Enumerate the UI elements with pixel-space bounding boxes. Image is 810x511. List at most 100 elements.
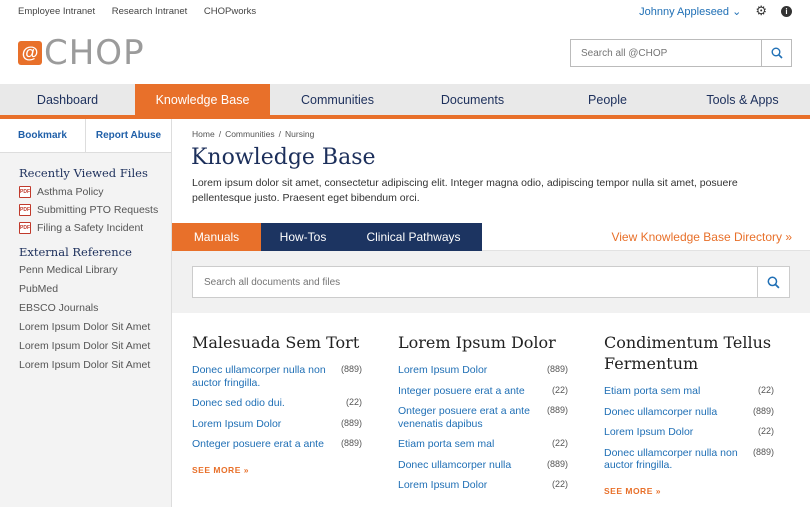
item-count: (889) [546, 405, 568, 415]
item-link[interactable]: Etiam porta sem mal [398, 438, 494, 451]
item-link[interactable]: Lorem Ipsum Dolor [192, 418, 281, 431]
nav-dashboard[interactable]: Dashboard [0, 84, 135, 115]
user-menu[interactable]: Johnny Appleseed ⌄ [639, 5, 741, 18]
list-item[interactable]: Donec ullamcorper nulla non auctor fring… [604, 447, 810, 472]
category-column: Lorem Ipsum Dolor Lorem Ipsum Dolor (889)… [398, 313, 604, 500]
item-count: (889) [340, 438, 362, 448]
item-count: (22) [757, 426, 774, 436]
global-search-button[interactable] [761, 40, 791, 66]
page-title: Knowledge Base [191, 145, 376, 170]
global-search [570, 39, 792, 67]
item-link[interactable]: Donec sed odio dui. [192, 397, 285, 410]
document-search-input[interactable] [193, 267, 757, 297]
nav-knowledge-base[interactable]: Knowledge Base [135, 84, 270, 115]
sidebar: Bookmark Report Abuse Recently Viewed Fi… [0, 119, 172, 507]
item-link[interactable]: Lorem Ipsum Dolor [398, 364, 487, 377]
reference-link[interactable]: Lorem Ipsum Dolor Sit Amet [19, 340, 171, 353]
list-item[interactable]: Lorem Ipsum Dolor (889) [398, 364, 604, 377]
search-icon [767, 276, 780, 289]
list-item[interactable]: Onteger posuere erat a ante venenatis da… [398, 405, 604, 430]
reference-link[interactable]: Lorem Ipsum Dolor Sit Amet [19, 359, 171, 372]
research-intranet-link[interactable]: Research Intranet [112, 6, 188, 17]
reference-link[interactable]: EBSCO Journals [19, 302, 171, 315]
recent-file[interactable]: PDF Filing a Safety Incident [19, 221, 171, 234]
document-search-button[interactable] [757, 267, 789, 297]
chop-logo[interactable]: @ CHOP [18, 33, 145, 73]
recent-file[interactable]: PDF Asthma Policy [19, 185, 171, 198]
global-search-input[interactable] [571, 40, 761, 66]
list-item[interactable]: Donec ullamcorper nulla (889) [398, 459, 604, 472]
gear-icon[interactable]: ⚙ [755, 3, 767, 19]
category-column: Malesuada Sem Tort Donec ullamcorper nul… [192, 313, 398, 500]
nav-documents[interactable]: Documents [405, 84, 540, 115]
chevron-down-icon: ⌄ [732, 5, 742, 18]
tab-manuals[interactable]: Manuals [172, 222, 261, 251]
logo-wordmark: CHOP [44, 33, 145, 73]
item-count: (889) [546, 458, 568, 469]
info-icon[interactable]: i [781, 5, 792, 17]
nav-tools-apps[interactable]: Tools & Apps [675, 84, 810, 115]
tab-clinical-pathways[interactable]: Clinical Pathways [345, 222, 482, 251]
employee-intranet-link[interactable]: Employee Intranet [18, 6, 95, 17]
tab-bar: Manuals How-Tos Clinical Pathways View K… [172, 222, 810, 251]
user-name: Johnny Appleseed [639, 5, 730, 18]
item-count: (22) [757, 385, 774, 395]
bookmark-button[interactable]: Bookmark [0, 119, 86, 152]
item-count: (22) [551, 479, 568, 489]
chopworks-link[interactable]: CHOPworks [204, 6, 256, 17]
item-link[interactable]: Lorem Ipsum Dolor [398, 479, 487, 492]
item-count: (889) [340, 417, 362, 428]
category-title: Malesuada Sem Tort [192, 333, 360, 352]
see-more-link[interactable]: SEE MORE » [192, 465, 398, 475]
report-abuse-button[interactable]: Report Abuse [86, 119, 171, 152]
list-item[interactable]: Lorem Ipsum Dolor (22) [604, 426, 810, 439]
list-item[interactable]: Integer posuere erat a ante (22) [398, 385, 604, 398]
item-count: (889) [752, 405, 774, 416]
utility-bar: Employee Intranet Research Intranet CHOP… [0, 0, 810, 22]
nav-communities[interactable]: Communities [270, 84, 405, 115]
reference-link[interactable]: Penn Medical Library [19, 264, 171, 277]
item-count: (22) [551, 384, 568, 395]
item-count: (22) [551, 438, 568, 448]
category-title: Condimentum Tellus Fermentum [604, 333, 772, 373]
list-item[interactable]: Etiam porta sem mal (22) [604, 385, 810, 398]
breadcrumb-home[interactable]: Home [192, 129, 215, 139]
breadcrumb: Home / Communities / Nursing [192, 129, 810, 139]
item-link[interactable]: Onteger posuere erat a ante venenatis da… [398, 405, 538, 430]
recent-file-label: Asthma Policy [37, 185, 104, 198]
item-count: (889) [340, 364, 362, 374]
pdf-icon: PDF [19, 221, 31, 234]
tab-how-tos[interactable]: How-Tos [261, 222, 345, 251]
nav-people[interactable]: People [540, 84, 675, 115]
list-item[interactable]: Onteger posuere erat a ante (889) [192, 438, 398, 451]
main-nav: Dashboard Knowledge Base Communities Doc… [0, 84, 810, 119]
list-item[interactable]: Donec ullamcorper nulla (889) [604, 406, 810, 419]
reference-link[interactable]: PubMed [19, 283, 171, 296]
breadcrumb-communities[interactable]: Communities [225, 129, 275, 139]
item-link[interactable]: Donec ullamcorper nulla [398, 459, 511, 472]
item-link[interactable]: Integer posuere erat a ante [398, 385, 525, 398]
item-link[interactable]: Etiam porta sem mal [604, 385, 700, 398]
list-item[interactable]: Donec sed odio dui. (22) [192, 397, 398, 410]
reference-link[interactable]: Lorem Ipsum Dolor Sit Amet [19, 321, 171, 334]
pdf-icon: PDF [19, 185, 31, 198]
list-item[interactable]: Etiam porta sem mal (22) [398, 438, 604, 451]
document-search [192, 266, 790, 298]
item-link[interactable]: Onteger posuere erat a ante [192, 438, 324, 451]
list-item[interactable]: Lorem Ipsum Dolor (22) [398, 479, 604, 492]
item-link[interactable]: Lorem Ipsum Dolor [604, 426, 693, 439]
directory-link[interactable]: View Knowledge Base Directory » [611, 230, 810, 244]
recent-file-label: Submitting PTO Requests [37, 203, 159, 216]
list-item[interactable]: Donec ullamcorper nulla non auctor fring… [192, 364, 398, 389]
list-item[interactable]: Lorem Ipsum Dolor (889) [192, 418, 398, 431]
breadcrumb-nursing[interactable]: Nursing [285, 129, 314, 139]
item-link[interactable]: Donec ullamcorper nulla [604, 406, 717, 419]
item-link[interactable]: Donec ullamcorper nulla non auctor fring… [192, 364, 332, 389]
search-icon [771, 47, 783, 59]
item-link[interactable]: Donec ullamcorper nulla non auctor fring… [604, 447, 744, 472]
logo-at-mark: @ [18, 41, 42, 65]
see-more-link[interactable]: SEE MORE » [604, 486, 810, 496]
header: @ CHOP [0, 22, 810, 84]
item-count: (889) [546, 364, 568, 374]
recent-file[interactable]: PDF Submitting PTO Requests [19, 203, 171, 216]
